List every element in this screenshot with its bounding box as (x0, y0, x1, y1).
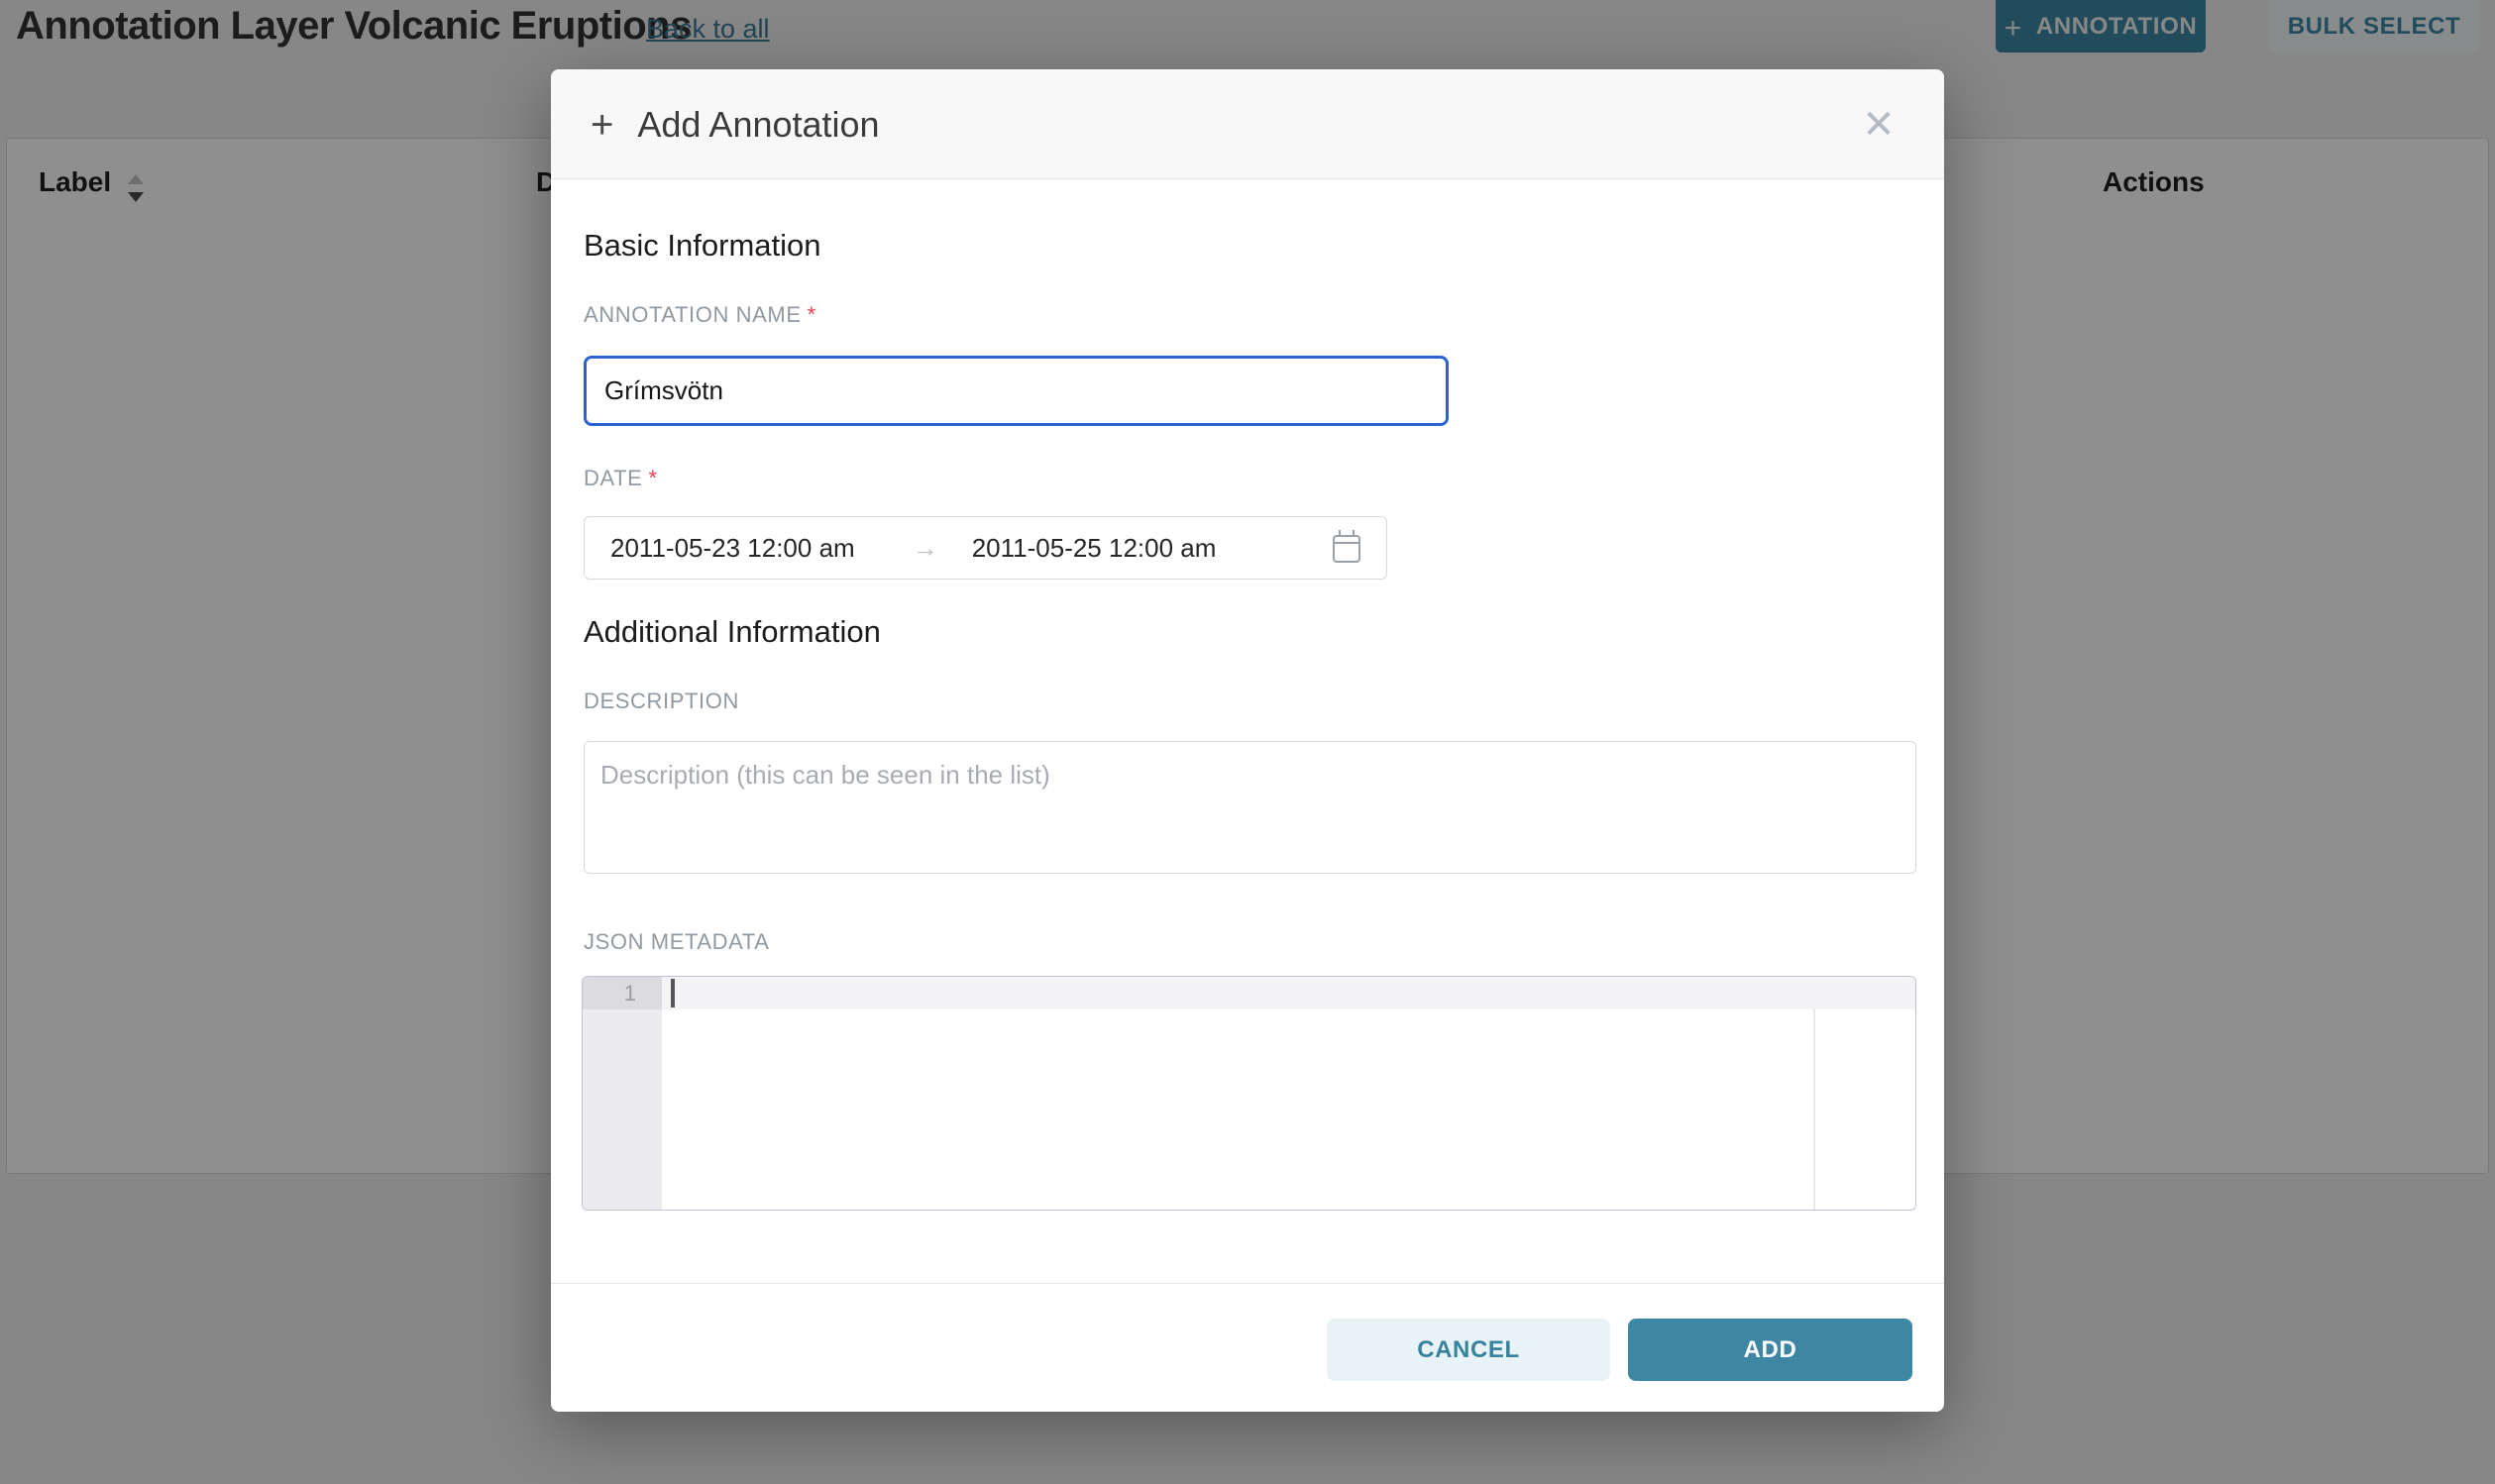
required-asterisk: * (808, 302, 816, 327)
modal-title: Add Annotation (637, 104, 879, 146)
cancel-button[interactable]: CANCEL (1327, 1319, 1610, 1381)
required-asterisk: * (648, 466, 657, 490)
section-basic-information: Basic Information (584, 228, 821, 264)
text-cursor (671, 979, 675, 1007)
add-annotation-modal: + Add Annotation ✕ Basic Information ANN… (551, 69, 1944, 1412)
editor-active-line (662, 977, 1915, 1009)
date-start-value[interactable]: 2011-05-23 12:00 am (610, 533, 855, 564)
add-button[interactable]: ADD (1628, 1319, 1912, 1381)
description-label: DESCRIPTION (584, 689, 739, 714)
editor-gutter (583, 977, 662, 1210)
date-label: DATE* (584, 466, 658, 491)
json-metadata-label: JSON METADATA (584, 929, 769, 955)
description-textarea[interactable] (584, 741, 1916, 874)
modal-header: + Add Annotation ✕ (551, 69, 1944, 179)
date-range-picker[interactable]: 2011-05-23 12:00 am → 2011-05-25 12:00 a… (584, 516, 1387, 580)
calendar-icon (1333, 535, 1360, 563)
section-additional-information: Additional Information (584, 614, 881, 650)
arrow-right-icon: → (913, 533, 938, 564)
plus-icon: + (591, 105, 613, 145)
date-end-value[interactable]: 2011-05-25 12:00 am (972, 533, 1217, 564)
json-metadata-editor[interactable]: 1 (582, 976, 1916, 1211)
print-margin-line (1813, 1009, 1815, 1210)
modal-footer: CANCEL ADD (551, 1283, 1944, 1412)
annotation-name-input[interactable] (584, 356, 1449, 426)
editor-line-number: 1 (583, 977, 662, 1009)
screen: Annotation Layer Volcanic Eruptions Back… (0, 0, 2495, 1484)
annotation-name-label: ANNOTATION NAME* (584, 302, 816, 328)
close-icon[interactable]: ✕ (1847, 69, 1910, 179)
